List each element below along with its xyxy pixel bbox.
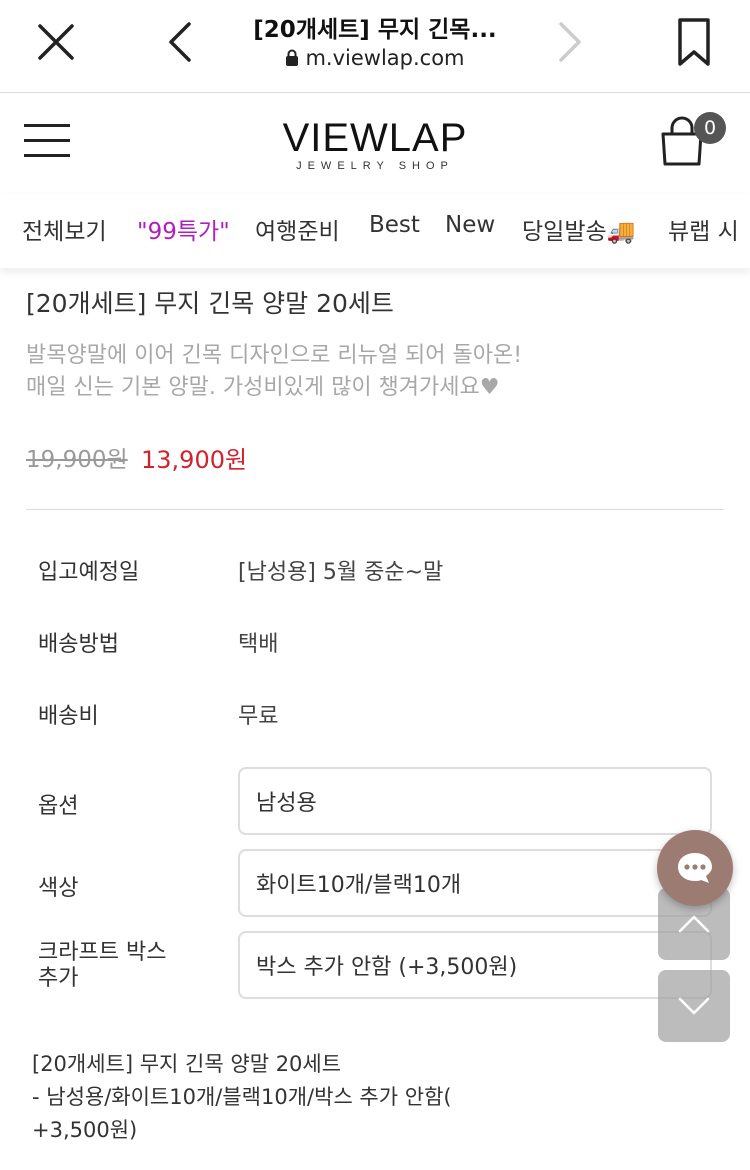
sale-price: 13,900원 [141,446,248,474]
original-price: 19,900원 [26,447,128,473]
product-title: [20개세트] 무지 긴목 양말 20세트 [26,289,394,318]
url-text: m.viewlap.com [305,46,465,70]
menu-icon[interactable] [24,124,70,158]
lock-icon [286,49,299,66]
shipping-method-value: 택배 [238,632,279,657]
close-icon[interactable] [28,14,84,70]
bookmark-icon[interactable] [666,14,722,70]
scroll-up-icon [678,915,710,933]
category-item-new[interactable]: New [445,212,495,238]
site-header: VIEWLAP JEWELRY SHOP 0 [0,94,750,194]
category-item-travel[interactable]: 여행준비 [255,212,340,246]
logo-subtitle: JEWELRY SHOP [296,160,454,172]
restock-date-value: [남성용] 5월 중순~말 [238,560,444,585]
chat-button[interactable] [657,830,733,906]
shipping-method-label: 배송방법 [38,632,119,657]
shipping-fee-value: 무료 [238,704,279,729]
forward-icon[interactable] [542,14,598,70]
kraft-box-label-line: 크라프트 박스 [38,940,167,965]
kraft-box-label-line: 추가 [38,966,79,991]
product-description: 발목양말에 이어 긴목 디자인으로 리뉴얼 되어 돌아온! 매일 신는 기본 양… [26,340,522,404]
description-line: 발목양말에 이어 긴목 디자인으로 리뉴얼 되어 돌아온! [26,343,523,368]
summary-line: - 남성용/화이트10개/블랙10개/박스 추가 안함( [32,1085,452,1109]
site-logo[interactable]: VIEWLAP JEWELRY SHOP [250,118,500,172]
color-select[interactable]: 화이트10개/블랙10개 [238,849,712,917]
chat-icon [678,853,712,883]
category-item-viewlap[interactable]: 뷰랩 시 [668,212,739,246]
summary-line: +3,500원) [32,1118,138,1142]
category-item-best[interactable]: Best [369,212,420,238]
option-select[interactable]: 남성용 [238,767,712,835]
restock-date-label: 입고예정일 [38,560,140,585]
option-label: 옵션 [38,794,79,819]
summary-line: [20개세트] 무지 긴목 양말 20세트 [32,1052,342,1076]
selected-option-summary: [20개세트] 무지 긴목 양말 20세트 - 남성용/화이트10개/블랙10개… [32,1048,452,1147]
description-line: 매일 신는 기본 양말. 가성비있게 많이 챙겨가세요♥ [26,375,500,400]
browser-page-title: [20개세트] 무지 긴목... [253,17,497,43]
cart-button[interactable]: 0 [660,112,730,172]
shipping-fee-label: 배송비 [38,704,99,729]
address-bar[interactable]: m.viewlap.com [210,46,540,70]
category-item-same-day[interactable]: 당일발송🚚 [522,212,635,246]
scroll-down-button[interactable] [658,970,730,1042]
color-label: 색상 [38,876,79,901]
divider [26,509,724,510]
kraft-box-label: 크라프트 박스 추가 [38,940,166,992]
kraft-box-select[interactable]: 박스 추가 안함 (+3,500원) [238,931,712,999]
page-title-area: [20개세트] 무지 긴목... m.viewlap.com [210,10,540,70]
back-icon[interactable] [152,14,208,70]
logo-text: VIEWLAP [282,116,468,160]
category-nav: 전체보기 "99특가" 여행준비 Best New 당일발송🚚 뷰랩 시 [0,194,750,268]
cart-count-badge: 0 [694,112,726,144]
browser-toolbar: [20개세트] 무지 긴목... m.viewlap.com [0,0,750,93]
category-item-all[interactable]: 전체보기 [22,212,107,246]
scroll-down-icon [678,997,710,1015]
category-item-99-special[interactable]: "99특가" [137,212,230,246]
